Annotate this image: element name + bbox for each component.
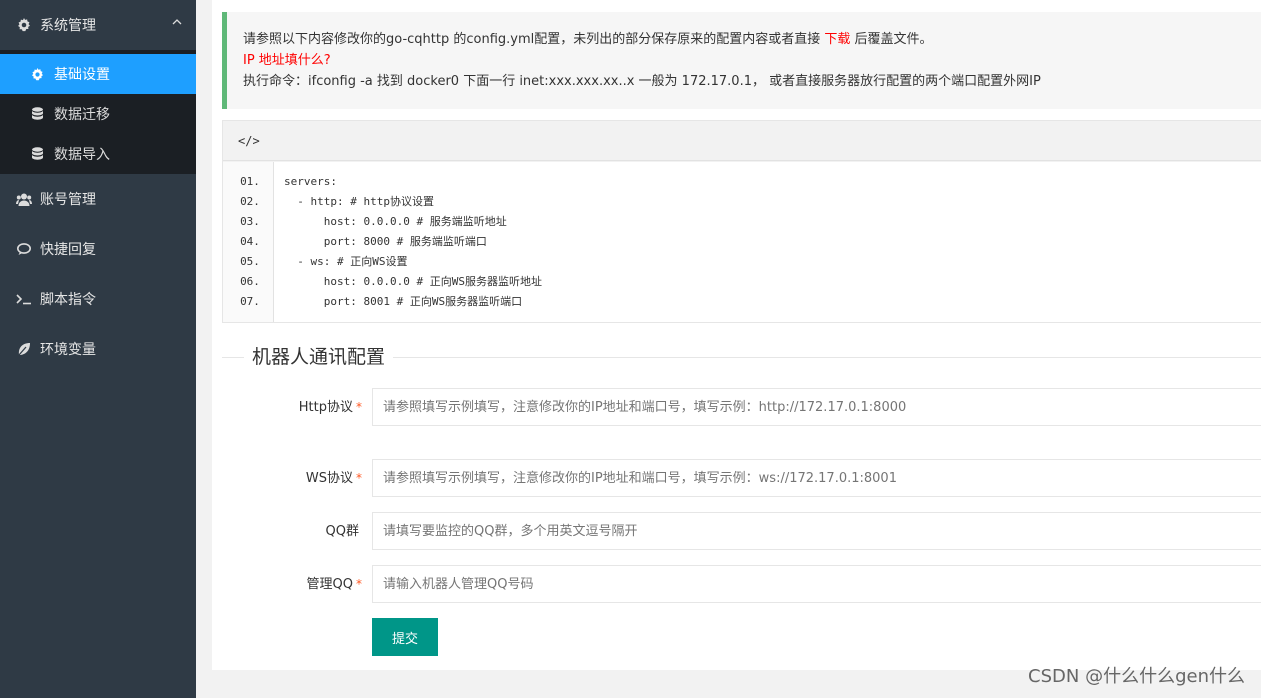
code-line: host: 0.0.0.0 # 正向WS服务器监听地址	[284, 275, 542, 288]
required-marker: *	[356, 400, 362, 414]
required-marker: *	[356, 471, 362, 485]
chevron-up-icon	[172, 19, 182, 25]
sidebar-item-system[interactable]: 系统管理	[0, 0, 196, 50]
http-input[interactable]	[372, 388, 1261, 426]
submenu-system: 基础设置 数据迁移 数据导入	[0, 50, 196, 174]
qq-group-input[interactable]	[372, 512, 1261, 550]
sidebar-item-scripts[interactable]: 脚本指令	[0, 274, 196, 324]
form-row-qq-group: QQ群	[212, 512, 1261, 550]
ws-label: WS协议 *	[305, 471, 362, 486]
line-number: 03.	[240, 215, 260, 228]
chat-icon	[16, 241, 32, 257]
line-number: 04.	[240, 235, 260, 248]
required-marker: *	[356, 577, 362, 591]
sidebar-item-data-migration[interactable]: 数据迁移	[0, 94, 196, 134]
database-icon	[30, 107, 44, 121]
code-gutter: 01. 02. 03. 04. 05. 06. 07.	[223, 162, 274, 322]
sidebar-item-label: 快捷回复	[40, 242, 96, 258]
sidebar-item-label: 脚本指令	[40, 292, 96, 308]
database-icon	[30, 147, 44, 161]
sidebar-item-label: 数据迁移	[54, 107, 110, 123]
sidebar-item-basic-settings[interactable]: 基础设置	[0, 54, 196, 94]
code-line: servers:	[284, 175, 337, 188]
sidebar-item-env-vars[interactable]: 环境变量	[0, 324, 196, 374]
line-number: 05.	[240, 255, 260, 268]
sidebar-item-label: 环境变量	[40, 342, 96, 358]
download-link[interactable]: 下载	[824, 32, 850, 47]
line-number: 07.	[240, 295, 260, 308]
users-icon	[16, 191, 32, 207]
line-number: 02.	[240, 195, 260, 208]
admin-qq-input[interactable]	[372, 565, 1261, 603]
watermark: CSDN @什么什么gen什么	[1028, 666, 1245, 687]
sidebar-item-accounts[interactable]: 账号管理	[0, 174, 196, 224]
sidebar-item-data-import[interactable]: 数据导入	[0, 134, 196, 174]
notice-box: 请参照以下内容修改你的go-cqhttp 的config.yml配置，未列出的部…	[222, 12, 1261, 109]
sidebar-item-quick-reply[interactable]: 快捷回复	[0, 224, 196, 274]
section-legend: 机器人通讯配置	[244, 345, 394, 369]
ws-input[interactable]	[372, 459, 1261, 497]
submit-button[interactable]: 提交	[372, 618, 438, 656]
gear-icon	[30, 67, 44, 81]
form-row-admin-qq: 管理QQ *	[212, 565, 1261, 603]
form-row-http: Http协议 *	[212, 388, 1261, 426]
notice-command: 执行命令：ifconfig -a 找到 docker0 下面一行 inet:xx…	[243, 74, 1041, 89]
main-content: 请参照以下内容修改你的go-cqhttp 的config.yml配置，未列出的部…	[212, 0, 1261, 670]
sidebar-item-label: 系统管理	[40, 18, 96, 34]
form-section-title: 机器人通讯配置	[222, 345, 1261, 369]
code-lines: servers: - http: # http协议设置 host: 0.0.0.…	[274, 162, 542, 322]
line-number: 06.	[240, 275, 260, 288]
code-line: - ws: # 正向WS设置	[284, 255, 408, 268]
code-line: - http: # http协议设置	[284, 195, 434, 208]
line-number: 01.	[240, 175, 260, 188]
code-line: port: 8000 # 服务端监听端口	[284, 235, 487, 248]
notice-text: 后覆盖文件。	[850, 32, 933, 47]
code-header: </>	[223, 121, 1261, 161]
notice-ip-question: IP 地址填什么?	[243, 53, 331, 68]
admin-qq-label: 管理QQ *	[306, 577, 362, 592]
notice-text: 请参照以下内容修改你的go-cqhttp 的config.yml配置，未列出的部…	[243, 32, 825, 47]
code-body: 01. 02. 03. 04. 05. 06. 07. servers: - h…	[223, 162, 1261, 322]
leaf-icon	[16, 341, 32, 357]
code-block: </> 01. 02. 03. 04. 05. 06. 07. servers:…	[222, 120, 1261, 323]
terminal-icon	[16, 291, 32, 307]
sidebar-item-label: 账号管理	[40, 192, 96, 208]
http-label: Http协议 *	[298, 400, 362, 415]
sidebar: 系统管理 基础设置 数据迁移 数据导入 账号管理 快捷回复 脚本指令 环境变量	[0, 0, 196, 698]
qq-group-label: QQ群	[325, 524, 359, 539]
form-row-ws: WS协议 *	[212, 459, 1261, 497]
gear-icon	[16, 17, 32, 33]
code-line: port: 8001 # 正向WS服务器监听端口	[284, 295, 523, 308]
sidebar-item-label: 基础设置	[54, 67, 110, 83]
sidebar-item-label: 数据导入	[54, 147, 110, 163]
notice-line-1: 请参照以下内容修改你的go-cqhttp 的config.yml配置，未列出的部…	[243, 29, 1261, 50]
code-line: host: 0.0.0.0 # 服务端监听地址	[284, 215, 507, 228]
